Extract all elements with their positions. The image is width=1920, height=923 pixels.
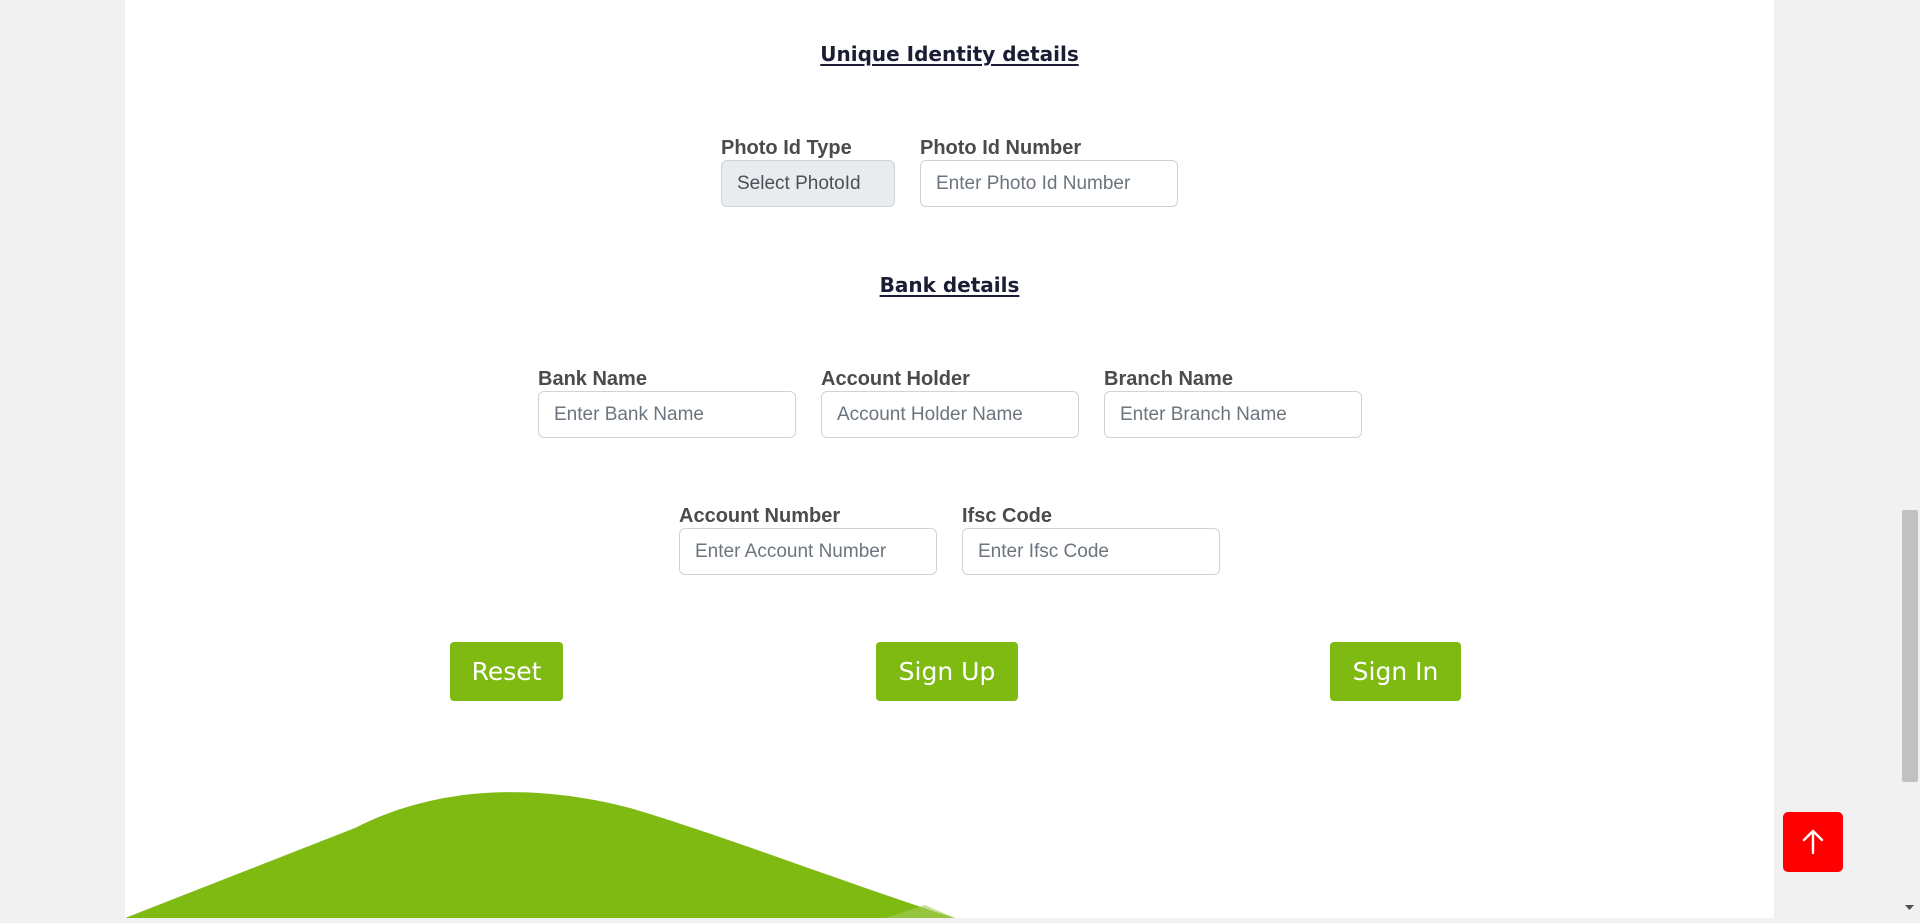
photo-id-type-field: Photo Id Type Select PhotoId <box>721 135 895 207</box>
photo-id-number-label: Photo Id Number <box>920 137 1082 159</box>
ifsc-code-input[interactable] <box>962 528 1220 575</box>
registration-form-page: Unique Identity details Photo Id Type Se… <box>125 0 1774 918</box>
photo-id-number-field: Photo Id Number <box>920 135 1178 207</box>
branch-name-field: Branch Name <box>1104 366 1362 438</box>
sign-up-button[interactable]: Sign Up <box>876 642 1018 701</box>
scroll-down-arrow-icon <box>1905 905 1914 910</box>
account-holder-field: Account Holder <box>821 366 1079 438</box>
branch-name-input[interactable] <box>1104 391 1362 438</box>
account-number-field: Account Number <box>679 503 937 575</box>
account-holder-label: Account Holder <box>821 368 970 390</box>
arrow-up-icon <box>1802 829 1824 855</box>
bank-name-field: Bank Name <box>538 366 796 438</box>
scrollbar-thumb[interactable] <box>1902 510 1918 782</box>
scrollbar-down-arrow[interactable] <box>1899 898 1920 918</box>
sign-in-button[interactable]: Sign In <box>1330 642 1461 701</box>
account-number-input[interactable] <box>679 528 937 575</box>
ifsc-code-label: Ifsc Code <box>962 505 1053 527</box>
account-holder-input[interactable] <box>821 391 1079 438</box>
photo-id-number-input[interactable] <box>920 160 1178 207</box>
photo-id-type-label: Photo Id Type <box>721 137 852 159</box>
branch-name-label: Branch Name <box>1104 368 1233 390</box>
bank-name-input[interactable] <box>538 391 796 438</box>
scroll-to-top-button[interactable] <box>1783 812 1843 872</box>
bank-section-heading: Bank details <box>879 273 1020 297</box>
identity-section-heading: Unique Identity details <box>820 42 1079 66</box>
bank-name-label: Bank Name <box>538 368 647 390</box>
decorative-green-wave <box>125 792 955 918</box>
photo-id-type-select[interactable]: Select PhotoId <box>721 160 895 207</box>
account-number-label: Account Number <box>679 505 841 527</box>
reset-button[interactable]: Reset <box>450 642 563 701</box>
ifsc-code-field: Ifsc Code <box>962 503 1220 575</box>
